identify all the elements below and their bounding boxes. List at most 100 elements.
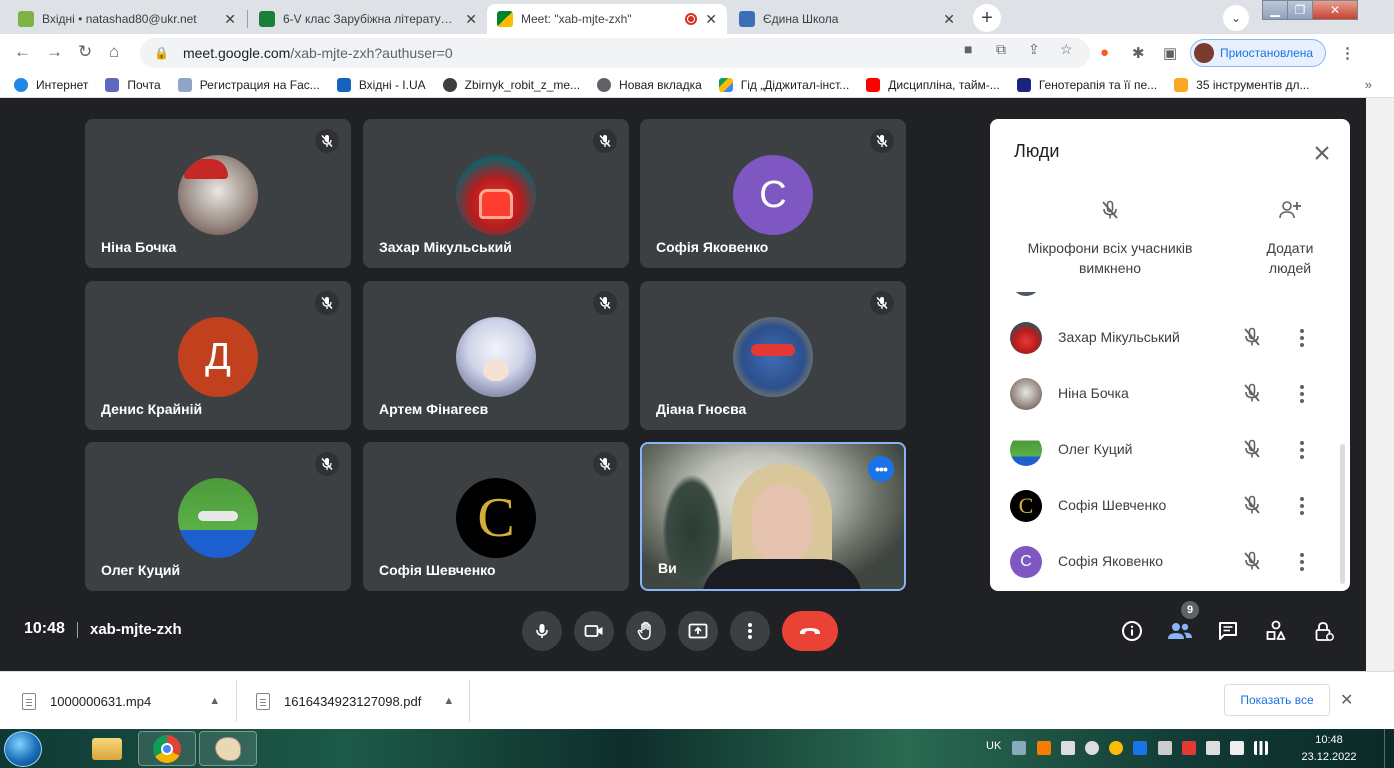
extensions-puzzle-icon[interactable]: ✱ <box>1132 44 1145 62</box>
tray-volume-icon[interactable] <box>1182 741 1196 755</box>
download-item[interactable]: 1616434923127098.pdf ▲ <box>256 672 454 730</box>
new-tab-button[interactable]: + <box>973 4 1001 32</box>
close-tab-icon[interactable]: ✕ <box>943 11 955 28</box>
translate-icon[interactable]: ⧉ <box>996 41 1006 58</box>
tray-clock-time[interactable]: 10:48 <box>1300 734 1358 746</box>
chevron-up-icon[interactable]: ▲ <box>443 695 454 707</box>
close-tab-icon[interactable]: ✕ <box>705 11 717 28</box>
participant-tile[interactable]: C Софія Яковенко <box>640 119 906 268</box>
tray-app-icon[interactable] <box>1037 741 1051 755</box>
mic-off-icon[interactable] <box>1241 494 1263 521</box>
back-arrow-icon[interactable]: ← <box>14 42 31 62</box>
input-language[interactable]: UK <box>986 740 1001 752</box>
profile-button[interactable]: Приостановлена <box>1190 39 1326 67</box>
share-icon[interactable]: ⇪ <box>1028 41 1040 58</box>
leave-call-button[interactable] <box>782 611 838 651</box>
bookmark-iua[interactable]: Вхідні - I.UA <box>336 77 426 92</box>
close-tab-icon[interactable]: ✕ <box>224 11 236 28</box>
bookmark-35-tools[interactable]: 35 інструментів дл... <box>1174 77 1309 92</box>
more-options-icon[interactable]: ••• <box>868 456 894 482</box>
more-vert-icon[interactable] <box>1295 382 1309 406</box>
meeting-details-button[interactable] <box>1118 617 1146 645</box>
home-icon[interactable]: ⌂ <box>109 42 119 62</box>
bookmark-zbirnyk[interactable]: Zbirnyk_robit_z_me... <box>442 77 580 92</box>
tray-audio-device-icon[interactable] <box>1085 741 1099 755</box>
tray-device-icon[interactable] <box>1061 741 1075 755</box>
more-vert-icon[interactable] <box>1295 550 1309 574</box>
host-controls-button[interactable] <box>1310 617 1338 645</box>
bookmark-mail[interactable]: Почта <box>105 77 161 92</box>
camera-in-use-icon[interactable]: ■ <box>964 41 972 57</box>
chevron-up-icon[interactable]: ▲ <box>209 695 220 707</box>
side-panel-icon[interactable]: ▣ <box>1163 44 1177 62</box>
close-icon[interactable] <box>1308 139 1336 167</box>
bookmark-star-icon[interactable]: ☆ <box>1060 41 1073 58</box>
keyboard-icon[interactable] <box>1012 741 1026 755</box>
raise-hand-button[interactable] <box>626 611 666 651</box>
participant-row[interactable]: Захар Мікульський <box>990 310 1340 366</box>
bookmark-new-tab[interactable]: Новая вкладка <box>597 77 702 92</box>
close-tab-icon[interactable]: ✕ <box>465 11 477 28</box>
show-desktop-button[interactable] <box>1384 729 1394 768</box>
activities-button[interactable] <box>1262 617 1290 645</box>
microphone-button[interactable] <box>522 611 562 651</box>
minimize-window-button[interactable]: ▁ <box>1262 0 1288 20</box>
taskbar-chrome[interactable] <box>138 731 196 766</box>
add-people-button[interactable]: Додати людей <box>1258 199 1322 278</box>
bookmark-digital-guide[interactable]: Гід „Діджитал-інст... <box>718 77 849 92</box>
start-button[interactable] <box>4 731 42 767</box>
more-options-button[interactable] <box>730 611 770 651</box>
participant-tile[interactable]: Д Денис Крайній <box>85 281 351 430</box>
bookmarks-overflow-icon[interactable]: » <box>1365 77 1372 92</box>
panel-scrollbar[interactable] <box>1340 444 1345 584</box>
bookmark-facebook-registration[interactable]: Регистрация на Fac... <box>177 77 320 92</box>
more-vert-icon[interactable] <box>1295 438 1309 462</box>
taskbar-paint[interactable] <box>199 731 257 766</box>
tray-monitor-icon[interactable] <box>1206 741 1220 755</box>
tray-bluetooth-icon[interactable] <box>1133 741 1147 755</box>
mic-off-icon[interactable] <box>1241 438 1263 465</box>
tab-edyna-shkola[interactable]: Єдина Школа ✕ <box>729 4 965 34</box>
taskbar-explorer[interactable] <box>78 731 136 766</box>
close-window-button[interactable]: ✕ <box>1312 0 1358 20</box>
camera-button[interactable] <box>574 611 614 651</box>
people-button[interactable] <box>1166 617 1194 645</box>
tab-search-chevron-icon[interactable]: ⌄ <box>1223 5 1249 31</box>
mic-off-icon[interactable] <box>1241 550 1263 577</box>
tray-display-icon[interactable] <box>1158 741 1172 755</box>
mic-off-icon[interactable] <box>1241 326 1263 353</box>
participant-tile[interactable]: C Софія Шевченко <box>363 442 629 591</box>
mic-off-icon[interactable] <box>1241 382 1263 409</box>
participant-row[interactable]: Ніна Бочка <box>990 366 1340 422</box>
participant-tile[interactable]: Артем Фінагеєв <box>363 281 629 430</box>
bookmark-youtube[interactable]: Дисципліна, тайм-... <box>866 77 1000 92</box>
chat-button[interactable] <box>1214 617 1242 645</box>
present-screen-button[interactable] <box>678 611 718 651</box>
tab-classroom[interactable]: 6-V клас Зарубіжна література 2 ✕ <box>249 4 487 34</box>
show-all-downloads-button[interactable]: Показать все <box>1224 684 1330 716</box>
participant-tile[interactable]: Ніна Бочка <box>85 119 351 268</box>
self-video-tile[interactable]: ••• Ви <box>640 442 906 591</box>
bookmark-gene-therapy[interactable]: Генотерапія та її пе... <box>1016 77 1157 92</box>
more-vert-icon[interactable] <box>1295 326 1309 350</box>
maximize-window-button[interactable]: ❐ <box>1287 0 1313 20</box>
extension-fire-icon[interactable]: ● <box>1100 44 1109 61</box>
tray-flag-icon[interactable] <box>1230 741 1244 755</box>
more-vert-icon[interactable] <box>1295 494 1309 518</box>
tab-ukrnet[interactable]: Вхідні • natashad80@ukr.net ✕ <box>8 4 246 34</box>
participant-row[interactable]: Олег Куций <box>990 422 1340 478</box>
tab-meet[interactable]: Meet: "xab-mjte-zxh" ✕ <box>487 4 727 34</box>
tray-emoji-icon[interactable] <box>1109 741 1123 755</box>
close-icon[interactable]: ✕ <box>1340 690 1353 710</box>
participant-row[interactable]: C Софія Шевченко <box>990 478 1340 534</box>
participant-row[interactable]: C Софія Яковенко <box>990 534 1340 590</box>
address-bar[interactable]: 🔒 meet.google.com /xab-mjte-zxh?authuser… <box>140 38 1090 68</box>
forward-arrow-icon[interactable]: → <box>46 42 63 62</box>
reload-icon[interactable]: ↻ <box>78 42 92 62</box>
browser-menu-icon[interactable]: ⋮ <box>1340 44 1355 62</box>
bookmark-internet[interactable]: Интернет <box>14 77 88 92</box>
participant-tile[interactable]: Захар Мікульський <box>363 119 629 268</box>
download-item[interactable]: 1000000631.mp4 ▲ <box>22 672 220 730</box>
participant-tile[interactable]: Олег Куций <box>85 442 351 591</box>
tray-network-signal-icon[interactable] <box>1254 741 1268 755</box>
